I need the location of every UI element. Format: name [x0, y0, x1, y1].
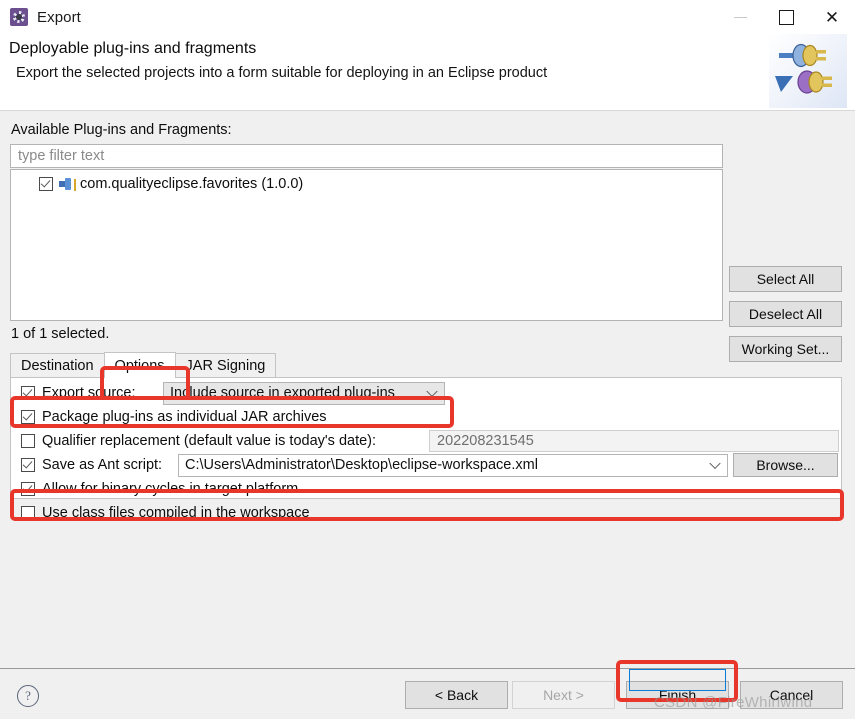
export-source-label: Export source:	[42, 385, 136, 401]
plugin-icon	[59, 178, 75, 190]
tab-jar-signing[interactable]: JAR Signing	[174, 353, 277, 378]
ant-script-label: Save as Ant script:	[42, 457, 163, 473]
package-jar-row: Package plug-ins as individual JAR archi…	[11, 405, 841, 429]
export-source-combo-value: Include source in exported plug-ins	[170, 385, 395, 401]
available-plugins-label: Available Plug-ins and Fragments:	[11, 122, 232, 138]
browse-button[interactable]: Browse...	[733, 453, 838, 477]
filter-input[interactable]: type filter text	[10, 144, 723, 168]
export-source-checkbox[interactable]	[21, 386, 35, 400]
qualifier-row: Qualifier replacement (default value is …	[11, 429, 841, 453]
close-icon[interactable]: ✕	[809, 0, 855, 34]
maximize-icon[interactable]	[763, 0, 809, 34]
next-button: Next >	[512, 681, 615, 709]
ant-script-path-combo[interactable]: C:\Users\Administrator\Desktop\eclipse-w…	[178, 453, 728, 477]
selection-status: 1 of 1 selected.	[11, 326, 110, 342]
tree-item-checkbox[interactable]	[39, 177, 53, 191]
qualifier-label: Qualifier replacement (default value is …	[42, 433, 377, 449]
plugin-export-banner-icon	[769, 34, 847, 108]
class-files-checkbox[interactable]	[21, 506, 35, 520]
page-subtitle: Export the selected projects into a form…	[16, 65, 548, 81]
ant-script-checkbox[interactable]	[21, 458, 35, 472]
help-icon[interactable]: ?	[17, 685, 39, 707]
plugins-tree[interactable]: com.qualityeclipse.favorites (1.0.0)	[10, 169, 723, 321]
window-controls: ✕	[717, 0, 855, 34]
tree-item-label: com.qualityeclipse.favorites (1.0.0)	[80, 176, 304, 192]
dialog-banner: Deployable plug-ins and fragments Export…	[0, 34, 855, 111]
deselect-all-button[interactable]: Deselect All	[729, 301, 842, 327]
watermark: CSDN @FireWhirlwind	[654, 694, 813, 711]
package-jar-checkbox[interactable]	[21, 410, 35, 424]
dialog-body: Available Plug-ins and Fragments: type f…	[0, 111, 855, 668]
eclipse-export-icon	[10, 8, 28, 26]
qualifier-checkbox[interactable]	[21, 434, 35, 448]
binary-cycles-row: Allow for binary cycles in target platfo…	[11, 477, 841, 501]
class-files-row: Use class files compiled in the workspac…	[11, 501, 841, 525]
window-title: Export	[37, 8, 81, 26]
back-button[interactable]: < Back	[405, 681, 508, 709]
binary-cycles-label: Allow for binary cycles in target platfo…	[42, 481, 299, 497]
class-files-label: Use class files compiled in the workspac…	[42, 505, 310, 521]
window-titlebar: Export ✕	[0, 0, 855, 34]
ant-script-path-value: C:\Users\Administrator\Desktop\eclipse-w…	[185, 457, 538, 473]
tabstrip: Destination Options JAR Signing	[10, 352, 842, 378]
page-title: Deployable plug-ins and fragments	[9, 40, 257, 57]
tab-destination[interactable]: Destination	[10, 353, 105, 378]
export-source-row: Export source: Include source in exporte…	[11, 381, 841, 405]
ant-script-row: Save as Ant script: C:\Users\Administrat…	[11, 453, 841, 477]
chevron-down-icon	[426, 385, 438, 398]
export-source-combo[interactable]: Include source in exported plug-ins	[163, 381, 445, 405]
options-tabpanel: Export source: Include source in exporte…	[10, 377, 842, 521]
tree-item-plugin[interactable]: com.qualityeclipse.favorites (1.0.0)	[11, 170, 722, 192]
qualifier-input[interactable]: 202208231545	[429, 430, 839, 452]
package-jar-label: Package plug-ins as individual JAR archi…	[42, 409, 327, 425]
tab-options[interactable]: Options	[103, 352, 176, 378]
binary-cycles-checkbox[interactable]	[21, 482, 35, 496]
chevron-down-icon	[709, 457, 721, 470]
minimize-icon[interactable]	[717, 0, 763, 34]
select-all-button[interactable]: Select All	[729, 266, 842, 292]
